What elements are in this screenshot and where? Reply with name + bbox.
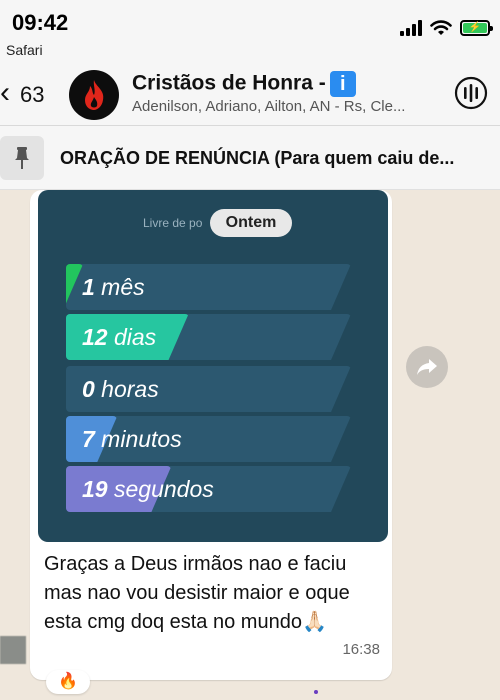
countdown-row: 7 minutos: [66, 416, 351, 462]
unread-count[interactable]: 63: [20, 82, 44, 108]
countdown-unit: minutos: [94, 426, 182, 452]
countdown-label: 0 horas: [82, 376, 159, 403]
sender-avatar[interactable]: [0, 636, 26, 664]
image-attachment[interactable]: Livre de po Ontem 1 mês 12 dias 0 horas 7 m…: [38, 190, 388, 542]
image-caption: Livre de po: [143, 216, 203, 230]
message-time: 16:38: [342, 641, 380, 658]
countdown-number: 12: [82, 324, 108, 350]
countdown-row: 0 horas: [66, 366, 351, 412]
clock: 09:42: [12, 10, 69, 35]
countdown-number: 0: [82, 376, 95, 402]
status-bar: 09:42 Safari ⚡: [0, 0, 500, 62]
countdown-unit: segundos: [107, 476, 214, 502]
message-text: Graças a Deus irmãos nao e faciu mas nao…: [44, 553, 350, 633]
back-chevron-icon[interactable]: ‹: [0, 76, 10, 110]
reaction-badge[interactable]: 🔥: [46, 670, 90, 694]
countdown-unit: horas: [94, 376, 159, 402]
indicator-dot: [314, 690, 318, 694]
countdown-unit: mês: [94, 274, 145, 300]
wifi-icon: [430, 20, 452, 35]
countdown-number: 19: [82, 476, 108, 502]
back-to-app-link[interactable]: Safari: [6, 42, 43, 58]
chat-header: ‹ 63 Cristãos de Honra -i Adenilson, Adr…: [0, 62, 500, 126]
countdown-label: 19 segundos: [82, 476, 214, 503]
flame-icon: [85, 80, 104, 110]
countdown-label: 1 mês: [82, 274, 145, 301]
chat-area: Livre de po Ontem 1 mês 12 dias 0 horas 7 m…: [0, 190, 500, 700]
cellular-signal-icon: [400, 20, 422, 36]
voice-call-icon[interactable]: [454, 76, 488, 110]
forward-icon: [417, 359, 437, 375]
pinned-message-text: ORAÇÃO DE RENÚNCIA (Para quem caiu de...: [60, 148, 455, 168]
date-separator: Ontem: [210, 209, 292, 237]
info-emoji-icon: i: [329, 71, 356, 97]
group-avatar[interactable]: [69, 70, 119, 120]
message-bubble[interactable]: Livre de po Ontem 1 mês 12 dias 0 horas 7 m…: [30, 190, 392, 680]
countdown-row: 19 segundos: [66, 466, 351, 512]
battery-icon: ⚡: [460, 20, 493, 36]
forward-button[interactable]: [406, 346, 448, 388]
countdown-label: 7 minutos: [82, 426, 182, 453]
countdown-number: 7: [82, 426, 95, 452]
countdown-unit: dias: [107, 324, 157, 350]
countdown-row: 1 mês: [66, 264, 351, 310]
countdown-number: 1: [82, 274, 95, 300]
pin-icon: [0, 136, 44, 180]
countdown-label: 12 dias: [82, 324, 156, 351]
status-icons: ⚡: [400, 20, 493, 36]
group-members[interactable]: Adenilson, Adriano, Ailton, AN - Rs, Cle…: [132, 98, 442, 115]
countdown-row: 12 dias: [66, 314, 351, 360]
pinned-message-bar[interactable]: ORAÇÃO DE RENÚNCIA (Para quem caiu de...: [0, 126, 500, 190]
group-name[interactable]: Cristãos de Honra -i: [132, 71, 356, 97]
